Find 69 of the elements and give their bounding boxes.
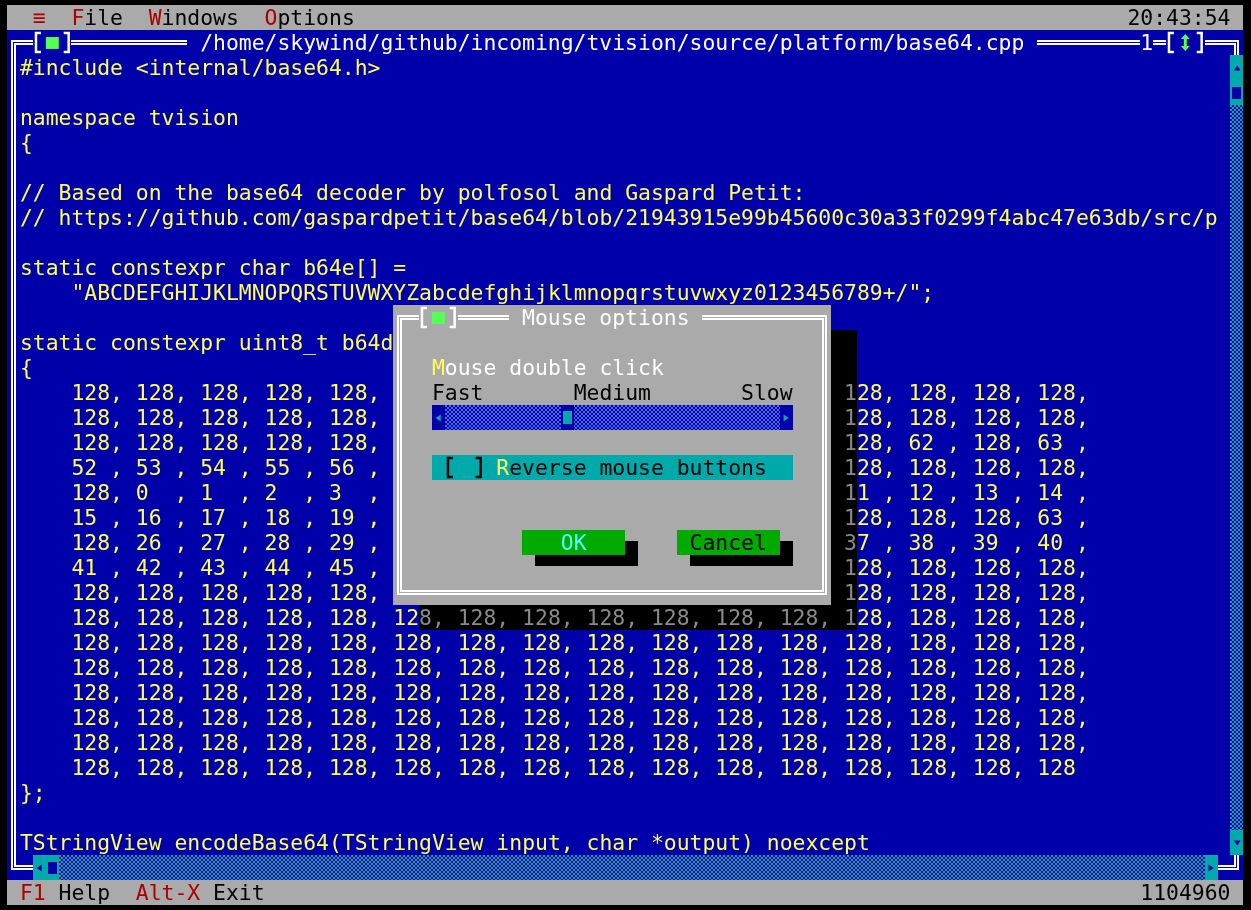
code-line: 7 , 38 , 39 , 40 , (856, 530, 1089, 555)
code-line: 28, 128, 128, 128, (856, 405, 1089, 430)
checkbox-option[interactable]: Reverse mouse buttons (431, 455, 793, 480)
slider-thumb[interactable] (560, 405, 574, 430)
dialog-shadow: 1 (831, 380, 857, 405)
close-button[interactable] (32, 30, 72, 55)
code-line: 28, 128, 128, 128, (856, 580, 1089, 605)
scroll-up-button[interactable] (1230, 55, 1244, 80)
code-line: 128, 128, 128, 128, 128, 128, 128, 128, 128, 128, 128, 128, 128, 128, 128, 128, (70, 705, 1089, 730)
code-line: // Based on the base64 decoder by polfosol and Gaspard Petit: (19, 180, 806, 205)
dialog-shadow: 1 (831, 555, 857, 580)
scale-label: Fast (431, 380, 484, 405)
scrollbar-thumb[interactable] (1230, 80, 1244, 105)
code-line: #include <internal/base64.h> (19, 55, 381, 80)
code-line: TStringView encodeBase64(TStringView input, char *output) noexcept (19, 830, 870, 855)
code-line: static constexpr uint8_t b64d (19, 330, 394, 355)
code-line: 41 , 42 , 43 , 44 , 45 , (70, 555, 381, 580)
scroll-left-button[interactable] (32, 855, 46, 880)
code-line: { (19, 130, 33, 155)
dialog-shadow: 1 (831, 505, 857, 530)
code-line: namespace tvision (19, 105, 239, 130)
scroll-down-button[interactable] (1230, 830, 1244, 855)
code-line: 28, 62 , 128, 63 , (856, 430, 1089, 455)
code-line: 128, 26 , 27 , 28 , 29 , (70, 530, 381, 555)
status-item[interactable]: Alt-X Exit (135, 880, 265, 905)
scale-label: Slow (741, 380, 793, 405)
code-line: 128, 128, 128, 128, 128, (70, 580, 381, 605)
menu-item[interactable]: File (71, 5, 123, 30)
dialog-shadow: 1 (831, 430, 857, 455)
code-line: }; (19, 780, 46, 805)
dialog-shadow (831, 330, 857, 355)
code-line: { (19, 355, 33, 380)
code-line: // https://github.com/gaspardpetit/base64/blob/21943915e99b45600c30a33f0299f4abc47e63db/src/p (19, 205, 1218, 230)
code-line: 1 , 12 , 13 , 14 , (856, 480, 1089, 505)
scale-label: Medium (573, 380, 651, 405)
code-line: 128, 128, 128, 128, 128, 128, 128, 128, 128, 128, 128, 128, 128, 128, 128, 128, (70, 655, 1089, 680)
code-line: static constexpr char b64e[] = (19, 255, 407, 280)
code-line: 15 , 16 , 17 , 18 , 19 , (70, 505, 381, 530)
code-line: 28, 128, 128, 63 , (856, 505, 1089, 530)
code-line: 128, 0 , 1 , 2 , 3 , (70, 480, 381, 505)
code-line: 128, 128, 128, 128, 128, (70, 405, 381, 430)
code-line: 128, 128, 128, 128, 128, 128, 128, 128, 128, 128, 128, 128, 128, 128, 128, 128, (70, 730, 1089, 755)
code-line: 128, 128, 128, 128, 128, 128, 128, 128, 128, 128, 128, 128, 128, 128, 128, 128, (70, 630, 1089, 655)
code-line: 128, 128, 128, 128, 128, 12 (70, 605, 420, 630)
zoom-button[interactable] (1166, 30, 1205, 55)
code-line: 128, 128, 128, 128, 128, (70, 380, 381, 405)
code-line: 28, 128, 128, 128, (856, 455, 1089, 480)
status-item[interactable]: F1 Help (19, 880, 111, 905)
code-line: 128, 128, 128, 128, 128, 128, 128, 128, 128, 128, 128, 128, 128, 128, 128, 128, (70, 680, 1089, 705)
slider-left-button[interactable] (431, 405, 445, 430)
menu-item[interactable]: Windows (148, 5, 239, 30)
code-line: "ABCDEFGHIJKLMNOPQRSTUVWXYZabcdefghijklmnopqrstuvwxyz0123456789+/"; (70, 280, 935, 305)
code-line: 128, 128, 128, 128, 128, (70, 430, 381, 455)
code-line: 128, 128, 128, 128, 128, 128, 128, 128, 128, 128, 128, 128, 128, 128, 128, 128 (70, 755, 1076, 780)
dialog-shadow: 1 (831, 455, 857, 480)
dialog-shadow: 3 (831, 530, 857, 555)
code-line: 28, 128, 128, 128, (856, 380, 1089, 405)
code-line: 28, 128, 128, 128, (856, 555, 1089, 580)
code-line: 28, 128, 128, 128, (856, 605, 1089, 630)
dialog-shadow: 1 (831, 580, 857, 605)
slider-label: Mouse double click (431, 355, 664, 380)
dialog-shadow: 1 (831, 405, 857, 430)
menu-item[interactable]: Options (264, 5, 355, 30)
memory-counter: 1104960 (1140, 880, 1231, 905)
dialog-shadow: 1 (831, 480, 857, 505)
checkbox[interactable] (444, 455, 484, 480)
dialog-shadow: 8, 128, 128, 128, 128, 128, 128, 1 (419, 605, 857, 630)
clock: 20:43:54 (1127, 5, 1231, 30)
code-line: 52 , 53 , 54 , 55 , 56 , (70, 455, 381, 480)
